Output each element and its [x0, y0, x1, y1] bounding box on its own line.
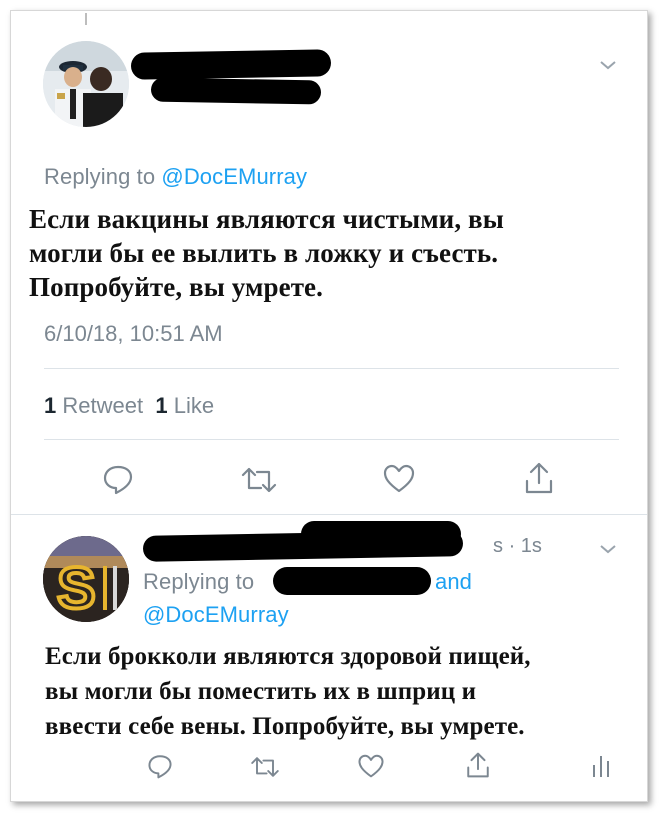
- name-fragment: s: [493, 535, 503, 557]
- redacted-mention: [273, 567, 431, 595]
- like-label: Like: [173, 393, 215, 418]
- tweet-text-line: Если брокколи являются здоровой пищей,: [45, 643, 531, 670]
- retweet-count: 1: [44, 393, 57, 418]
- tweet-text: Если вакцины являются чистыми, вы могли …: [29, 202, 504, 304]
- tweet-text-line: могли бы ее вылить в ложку и съесть.: [29, 238, 499, 268]
- retweet-label: Retweet: [62, 393, 144, 418]
- divider: [44, 439, 619, 440]
- avatar[interactable]: S: [43, 536, 129, 622]
- svg-text:S: S: [57, 556, 96, 621]
- tweet-time[interactable]: s · 1s: [493, 535, 542, 558]
- redacted-display-name: [130, 49, 332, 80]
- top-tick: [85, 13, 87, 25]
- like-icon[interactable]: [357, 754, 385, 779]
- tweet-text-line: вы могли бы поместить их в шприц и: [45, 678, 477, 705]
- and-others-link[interactable]: and: [435, 569, 472, 595]
- avatar-photo: S: [43, 536, 129, 622]
- share-icon[interactable]: [523, 461, 555, 495]
- tweet-divider: [11, 514, 647, 515]
- time-ago: · 1s: [508, 535, 542, 557]
- mention-link[interactable]: @DocEMurray: [143, 602, 289, 628]
- chevron-down-icon[interactable]: [599, 59, 617, 71]
- analytics-icon[interactable]: [591, 753, 611, 779]
- chevron-down-icon[interactable]: [599, 543, 617, 555]
- replying-to: Replying to: [143, 569, 254, 595]
- avatar-photo: [43, 41, 129, 127]
- screenshot-frame: Replying to @DocEMurray Если вакцины явл…: [10, 10, 648, 802]
- like-icon[interactable]: [382, 464, 416, 494]
- share-icon[interactable]: [465, 751, 491, 779]
- reply-icon[interactable]: [147, 753, 173, 779]
- redacted-username: [150, 77, 322, 105]
- retweet-icon[interactable]: [239, 466, 279, 494]
- retweet-stat[interactable]: 1 Retweet: [44, 393, 143, 418]
- like-stat[interactable]: 1 Like: [155, 393, 214, 418]
- divider: [44, 368, 619, 369]
- redacted-username: [301, 521, 461, 547]
- replying-to-label: Replying to: [143, 569, 255, 594]
- replying-to: Replying to @DocEMurray: [44, 164, 307, 190]
- tweet-text-line: ввести себе вены. Попробуйте, вы умрете.: [45, 713, 525, 740]
- like-count: 1: [155, 393, 168, 418]
- tweet-text-line: Если вакцины являются чистыми, вы: [29, 204, 504, 234]
- replying-to-label: Replying to: [44, 164, 162, 189]
- tweet-timestamp[interactable]: 6/10/18, 10:51 AM: [44, 321, 223, 347]
- avatar[interactable]: [43, 41, 129, 127]
- mention-link[interactable]: @DocEMurray: [161, 164, 307, 189]
- reply-icon[interactable]: [102, 463, 134, 495]
- retweet-icon[interactable]: [249, 755, 281, 779]
- tweet-text: Если брокколи являются здоровой пищей, в…: [45, 639, 531, 744]
- tweet-text-line: Попробуйте, вы умрете.: [29, 272, 323, 302]
- engagement-stats: 1 Retweet 1 Like: [44, 393, 214, 419]
